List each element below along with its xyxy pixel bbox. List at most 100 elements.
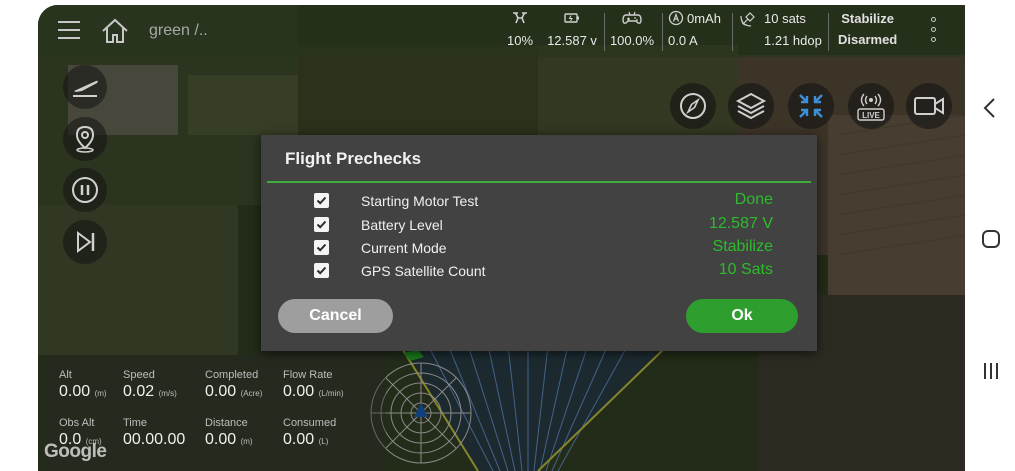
divider — [732, 13, 733, 51]
telemetry-speed: Speed 0.02 (m/s) — [123, 369, 177, 401]
recents-icon[interactable] — [981, 361, 1001, 381]
location-button[interactable] — [63, 117, 107, 161]
play-next-icon — [77, 231, 95, 253]
telemetry-unit: (m) — [94, 389, 107, 398]
divider — [604, 13, 605, 51]
checkbox[interactable] — [314, 240, 329, 255]
telemetry-value: 0.00 — [205, 383, 237, 400]
battery-stat: 12.587 v — [544, 9, 600, 48]
flight-mode: Stabilize — [841, 11, 894, 26]
drone-stat: 10% — [502, 9, 538, 48]
telemetry-unit: (L) — [318, 437, 329, 446]
drone-stat-value: 10% — [506, 33, 534, 48]
precheck-row: GPS Satellite Count 10 Sats — [261, 261, 817, 283]
telemetry-value: 0.02 — [123, 383, 155, 400]
flight-mode-box[interactable]: Stabilize Disarmed — [838, 11, 897, 53]
precheck-value: 10 Sats — [718, 261, 773, 278]
drone-icon — [502, 9, 538, 27]
pause-button[interactable] — [63, 168, 107, 212]
map-attribution: Google — [44, 441, 107, 462]
resume-button[interactable] — [63, 220, 107, 264]
menu-icon[interactable] — [58, 21, 80, 41]
telemetry-consumed: Consumed 0.00 (L) — [283, 417, 336, 449]
ok-button[interactable]: Ok — [686, 299, 798, 333]
precheck-label: Battery Level — [361, 217, 443, 233]
telemetry-unit: (m/s) — [158, 389, 177, 398]
layers-button[interactable] — [728, 83, 774, 129]
home-icon[interactable] — [100, 17, 130, 45]
takeoff-icon — [73, 80, 98, 97]
device-frame: green /.. 10% 12.587 v 100.0% 0mAh 0.0 A… — [0, 0, 1015, 471]
map-pin-icon — [75, 125, 95, 153]
divider — [828, 13, 829, 51]
layers-icon — [735, 92, 767, 120]
check-icon — [316, 220, 327, 229]
arm-state: Disarmed — [838, 32, 898, 47]
gamepad-icon — [608, 9, 656, 27]
telemetry-label: Speed — [123, 369, 155, 381]
gps-sat-count: 10 sats — [764, 10, 806, 26]
amp-icon — [668, 10, 684, 26]
system-nav-bar — [965, 5, 1015, 471]
cancel-button[interactable]: Cancel — [278, 299, 393, 333]
minimize-button[interactable] — [788, 83, 834, 129]
telemetry-unit: (L/min) — [318, 389, 344, 398]
compass-icon — [680, 93, 706, 119]
precheck-row: Current Mode Stabilize — [261, 238, 817, 260]
video-camera-icon — [914, 97, 944, 115]
telemetry-value: 00.00.00 — [123, 431, 186, 448]
home-nav-icon[interactable] — [981, 229, 1001, 249]
takeoff-button[interactable] — [63, 65, 107, 109]
telemetry-flow-rate: Flow Rate 0.00 (L/min) — [283, 369, 343, 401]
telemetry-label: Distance — [205, 417, 248, 429]
camera-button[interactable] — [906, 83, 952, 129]
current-stat-capacity: 0mAh — [687, 10, 721, 26]
back-icon[interactable] — [981, 97, 999, 119]
telemetry-value: 0.00 — [283, 383, 315, 400]
svg-text:LIVE: LIVE — [862, 111, 880, 120]
telemetry-alt: Alt 0.00 (m) — [59, 369, 107, 401]
precheck-label: Starting Motor Test — [361, 193, 479, 209]
satellite-icon — [740, 12, 755, 27]
telemetry-distance: Distance 0.00 (m) — [205, 417, 253, 449]
telemetry-unit: (Acre) — [240, 389, 263, 398]
precheck-label: Current Mode — [361, 240, 447, 256]
precheck-label: GPS Satellite Count — [361, 263, 486, 279]
mission-name[interactable]: green /.. — [149, 22, 208, 40]
telemetry-unit: (m) — [240, 437, 253, 446]
check-icon — [316, 266, 327, 275]
telemetry-completed: Completed 0.00 (Acre) — [205, 369, 262, 401]
compass-button[interactable] — [670, 83, 716, 129]
precheck-value: Done — [734, 191, 773, 208]
checkbox[interactable] — [314, 217, 329, 232]
current-stat: 0mAh 0.0 A — [668, 9, 726, 49]
telemetry-label: Completed — [205, 369, 259, 381]
gps-stat: 10 sats 1.21 hdop — [740, 9, 822, 48]
rc-stat-value: 100.0% — [609, 33, 655, 48]
gps-hdop: 1.21 hdop — [764, 33, 822, 48]
pause-icon — [72, 177, 98, 203]
checkbox[interactable] — [314, 263, 329, 278]
telemetry-label: Flow Rate — [283, 369, 333, 381]
battery-stat-value: 12.587 v — [547, 33, 597, 48]
precheck-row: Battery Level 12.587 V — [261, 215, 817, 237]
top-status-bar: green /.. 10% 12.587 v 100.0% 0mAh 0.0 A… — [38, 5, 965, 57]
telemetry-value: 0.00 — [205, 431, 237, 448]
live-broadcast-icon: LIVE — [857, 93, 885, 121]
more-options-icon[interactable] — [931, 17, 939, 47]
telemetry-label: Alt — [59, 369, 72, 381]
check-icon — [316, 196, 327, 205]
precheck-row: Starting Motor Test Done — [261, 191, 817, 213]
flight-prechecks-dialog: Flight Prechecks Starting Motor Test Don… — [261, 135, 817, 351]
live-button[interactable]: LIVE — [848, 83, 894, 129]
minimize-arrows-icon — [799, 94, 823, 118]
precheck-value: Stabilize — [712, 238, 773, 255]
telemetry-label: Consumed — [283, 417, 337, 429]
divider — [662, 13, 663, 51]
rc-stat: 100.0% — [608, 9, 656, 48]
telemetry-label: Time — [123, 417, 148, 429]
dialog-divider — [267, 181, 811, 183]
checkbox[interactable] — [314, 193, 329, 208]
dialog-title: Flight Prechecks — [285, 149, 422, 168]
app-screen: green /.. 10% 12.587 v 100.0% 0mAh 0.0 A… — [38, 5, 965, 471]
